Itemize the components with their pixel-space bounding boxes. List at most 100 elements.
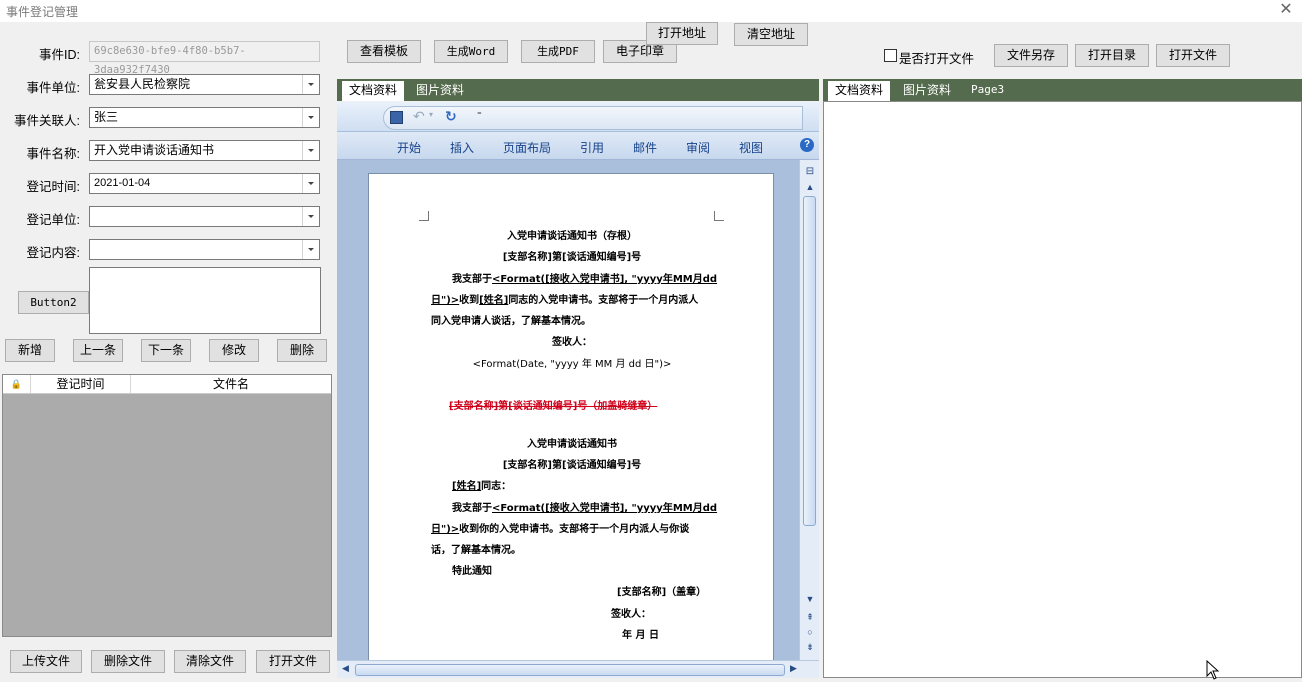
clear-file-button[interactable]: 清除文件: [174, 650, 246, 673]
prev-button[interactable]: 上一条: [73, 339, 123, 362]
vertical-scrollbar[interactable]: ⊟ ▲ ▼ ⇞ ○ ⇟: [799, 160, 819, 660]
open-file-checkbox[interactable]: [884, 49, 897, 62]
grid-col-time[interactable]: 登记时间: [31, 375, 131, 393]
generate-word-button[interactable]: 生成Word: [434, 40, 508, 63]
generate-pdf-button[interactable]: 生成PDF: [521, 40, 595, 63]
reg-time-label: 登记时间:: [26, 180, 80, 194]
doc-line: 日")>收到你的入党申请书。支部将于一个月内派人与你谈: [431, 524, 690, 535]
close-icon[interactable]: ✕: [1278, 1, 1294, 19]
view-template-button[interactable]: 查看模板: [347, 40, 421, 63]
save-as-button[interactable]: 文件另存: [994, 44, 1068, 67]
reg-unit-label: 登记单位:: [26, 213, 80, 227]
ribbon-tab-mailings[interactable]: 邮件: [633, 139, 657, 156]
doc-line: 日")>收到[姓名]同志的入党申请书。支部将于一个月内派人: [431, 295, 699, 306]
doc-line: [姓名]同志：: [452, 481, 512, 492]
margin-mark: [714, 211, 724, 221]
doc-line: 话，了解基本情况。: [431, 545, 521, 556]
tab-page3[interactable]: Page3: [964, 81, 1011, 101]
event-name-value: 开入党申请谈话通知书: [94, 143, 215, 157]
reg-time-picker[interactable]: 2021-01-04: [89, 173, 320, 194]
ribbon-tab-layout[interactable]: 页面布局: [503, 139, 551, 156]
margin-mark: [419, 211, 429, 221]
word-viewer[interactable]: ↶ ▾ ↻ ⁼ 开始 插入 页面布局 引用 邮件 审阅 视图 ? 入党申请谈话通…: [337, 102, 819, 678]
reg-content-combo[interactable]: [89, 239, 320, 260]
event-name-label: 事件名称:: [26, 147, 80, 161]
doc-line: 签收人：: [552, 337, 592, 348]
ribbon-tab-references[interactable]: 引用: [580, 139, 604, 156]
chevron-down-icon[interactable]: [302, 75, 319, 94]
doc-line: [支部名称]第[谈话通知编号]号: [502, 252, 642, 263]
h-scroll-thumb[interactable]: [355, 664, 785, 676]
event-id-field[interactable]: 69c8e630-bfe9-4f80-b5b7-3daa932f7430: [89, 41, 320, 76]
ribbon-tab-review[interactable]: 审阅: [686, 139, 710, 156]
doc-line: 年 月 日: [622, 630, 659, 641]
chevron-down-icon[interactable]: [302, 207, 319, 226]
lock-icon: 🔒: [3, 375, 31, 393]
ribbon-tab-home[interactable]: 开始: [397, 139, 421, 156]
doc-line: [支部名称]（盖章）: [617, 587, 707, 598]
mouse-cursor-icon: [1206, 660, 1220, 680]
doc-line: 我支部于<Format([接收入党申请书], "yyyy年MM月dd: [452, 274, 718, 285]
scroll-left-icon[interactable]: ◀: [342, 663, 349, 674]
next-button[interactable]: 下一条: [141, 339, 191, 362]
delete-file-button[interactable]: 删除文件: [91, 650, 165, 673]
chevron-down-icon[interactable]: [302, 141, 319, 160]
button2[interactable]: Button2: [18, 291, 89, 314]
memo-textarea[interactable]: [89, 267, 321, 334]
ribbon: 开始 插入 页面布局 引用 邮件 审阅 视图 ?: [337, 132, 819, 160]
document-page[interactable]: 入党申请谈话通知书（存根） [支部名称]第[谈话通知编号]号 我支部于<Form…: [368, 173, 774, 673]
scroll-right-icon[interactable]: ▶: [790, 663, 797, 674]
reg-unit-combo[interactable]: [89, 206, 320, 227]
right-tab-bar: 文档资料 图片资料 Page3: [823, 79, 1302, 101]
clear-address-button[interactable]: 清空地址: [734, 23, 808, 46]
doc-title-stub: 入党申请谈话通知书（存根）: [507, 231, 637, 242]
undo-icon[interactable]: ↶: [413, 108, 425, 125]
doc-line-struck: [支部名称]第[谈话通知编号]号（加盖骑缝章）: [449, 401, 658, 412]
contact-combo[interactable]: 张三: [89, 107, 320, 128]
reg-time-value: 2021-01-04: [94, 177, 151, 189]
tab-images-middle[interactable]: 图片资料: [409, 81, 471, 101]
document-canvas[interactable]: 入党申请谈话通知书（存根） [支部名称]第[谈话通知编号]号 我支部于<Form…: [337, 160, 799, 673]
edit-button[interactable]: 修改: [209, 339, 259, 362]
grid-col-filename[interactable]: 文件名: [131, 375, 331, 393]
event-name-combo[interactable]: 开入党申请谈话通知书: [89, 140, 320, 161]
tab-document-middle[interactable]: 文档资料: [342, 81, 405, 101]
title-bar: 事件登记管理 ✕: [0, 0, 1302, 22]
open-address-button[interactable]: 打开地址: [646, 22, 718, 45]
open-directory-button[interactable]: 打开目录: [1075, 44, 1149, 67]
redo-icon[interactable]: ↻: [445, 108, 457, 125]
event-unit-value: 瓮安县人民检察院: [94, 77, 191, 91]
event-unit-combo[interactable]: 瓮安县人民检察院: [89, 74, 320, 95]
browse-object-icon[interactable]: ○: [804, 627, 816, 637]
open-file-left-button[interactable]: 打开文件: [256, 650, 330, 673]
delete-button[interactable]: 删除: [277, 339, 327, 362]
chevron-down-icon[interactable]: [302, 240, 319, 259]
contact-label: 事件关联人:: [14, 114, 80, 128]
save-icon[interactable]: [390, 111, 403, 124]
help-icon[interactable]: ?: [800, 138, 814, 152]
ruler-toggle-icon[interactable]: ⊟: [804, 166, 816, 177]
file-grid[interactable]: 🔒 登记时间 文件名: [2, 374, 332, 637]
open-file-button[interactable]: 打开文件: [1156, 44, 1230, 67]
tab-images-right[interactable]: 图片资料: [896, 81, 958, 101]
doc-line: 同入党申请人谈话，了解基本情况。: [431, 316, 591, 327]
reg-content-label: 登记内容:: [26, 246, 80, 260]
chevron-down-icon[interactable]: ▾: [429, 110, 433, 119]
right-preview-panel[interactable]: [823, 101, 1302, 678]
ribbon-tab-insert[interactable]: 插入: [450, 139, 474, 156]
chevron-down-icon[interactable]: [302, 108, 319, 127]
next-page-icon[interactable]: ⇟: [804, 642, 816, 653]
prev-page-icon[interactable]: ⇞: [804, 612, 816, 623]
scroll-thumb[interactable]: [803, 196, 816, 526]
upload-file-button[interactable]: 上传文件: [10, 650, 82, 673]
horizontal-scrollbar[interactable]: ◀ ▶: [337, 660, 819, 678]
chevron-down-icon[interactable]: [302, 174, 319, 193]
add-button[interactable]: 新增: [5, 339, 55, 362]
customize-qat-icon[interactable]: ⁼: [477, 110, 482, 121]
doc-line: 特此通知: [452, 566, 492, 577]
ribbon-tab-view[interactable]: 视图: [739, 139, 763, 156]
tab-document-right[interactable]: 文档资料: [828, 81, 891, 101]
doc-title: 入党申请谈话通知书: [527, 439, 617, 450]
scroll-up-icon[interactable]: ▲: [804, 182, 816, 192]
scroll-down-icon[interactable]: ▼: [804, 594, 816, 604]
